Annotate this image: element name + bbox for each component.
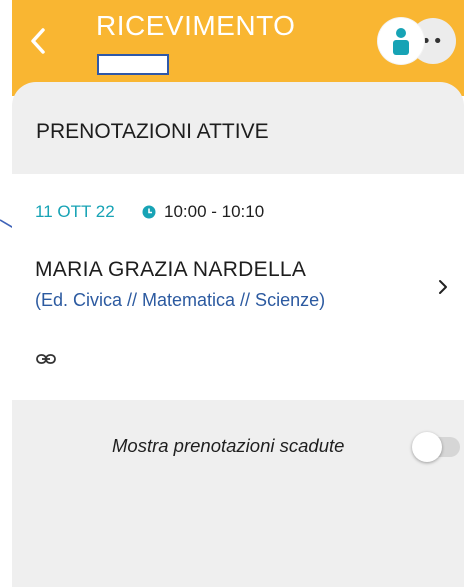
chevron-right-icon[interactable] [436,278,450,296]
more-dots-icon: •• [420,31,444,52]
toggle-knob[interactable] [412,432,442,462]
clock-icon [142,205,156,219]
appointment-date: 11 OTT 22 [35,202,115,221]
back-button[interactable] [24,24,54,58]
teacher-name: MARIA GRAZIA NARDELLA [35,258,307,281]
chevron-left-icon [31,28,45,54]
avatar[interactable] [378,18,424,64]
toggle-label: Mostra prenotazioni scadute [112,435,345,456]
section-title: PRENOTAZIONI ATTIVE [36,120,269,143]
page-title: RICEVIMENTO [96,10,296,41]
show-expired-toggle[interactable] [412,432,462,462]
main-content: PRENOTAZIONI ATTIVE 11 OTT 22 10:00 - 10… [12,82,464,587]
appointment-card[interactable]: 11 OTT 22 10:00 - 10:10 MARIA GRAZIA NAR… [12,174,464,400]
redacted-box [97,54,169,75]
user-icon [393,28,409,55]
subject-list: (Ed. Civica // Matematica // Scienze) [35,290,326,310]
link-icon[interactable] [36,354,56,364]
appointment-time: 10:00 - 10:10 [164,202,265,221]
account-button[interactable]: •• [378,18,456,64]
